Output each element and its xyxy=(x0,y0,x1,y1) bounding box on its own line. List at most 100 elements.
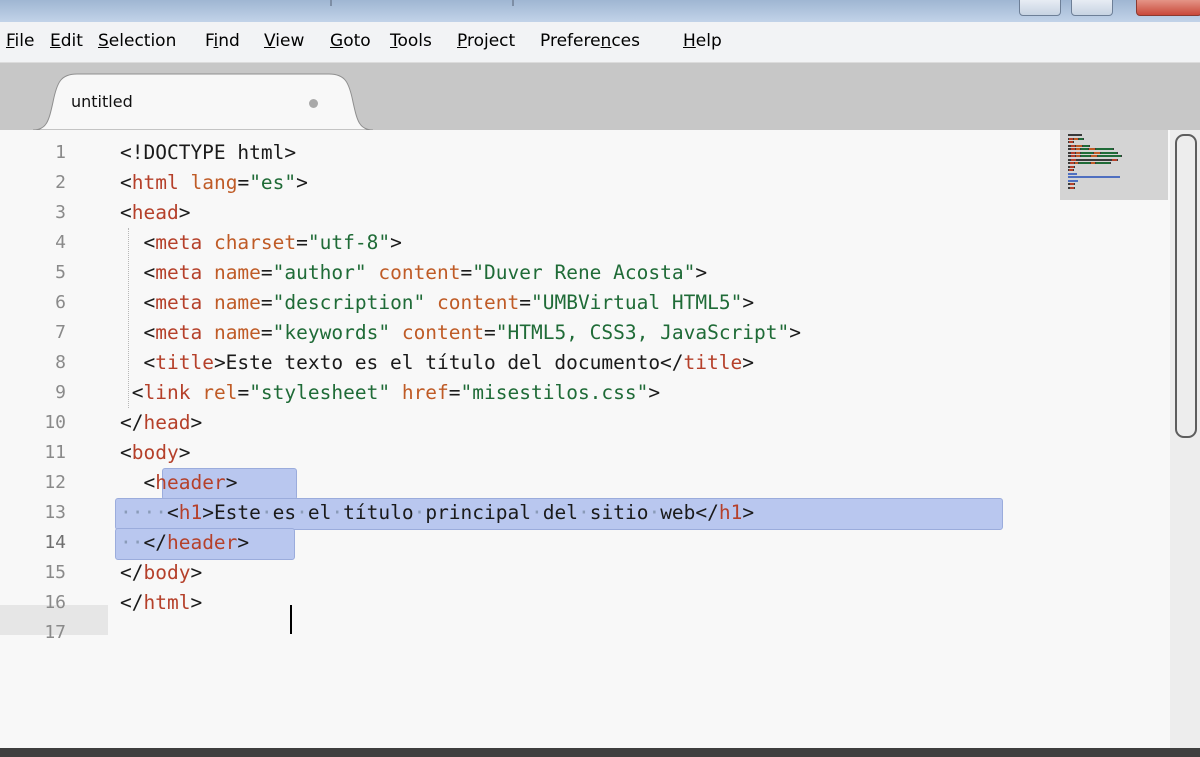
menu-bar: File Edit Selection Find View Goto Tools Projec… xyxy=(0,22,1200,63)
minimap-stroke xyxy=(1077,179,1078,182)
code-line[interactable]: <meta name="author" content="Duver Rene … xyxy=(120,258,707,288)
line-number: 12 xyxy=(44,472,66,493)
code-line[interactable]: <title>Este texto es el título del docum… xyxy=(120,348,754,378)
code-line[interactable]: </head> xyxy=(120,408,202,438)
code-line[interactable]: <link rel="stylesheet" href="misestilos.… xyxy=(120,378,660,408)
code-token: meta xyxy=(155,261,203,284)
text-cursor xyxy=(290,605,292,634)
code-token: name xyxy=(213,291,261,314)
code-token: </ xyxy=(120,411,144,434)
code-token: content xyxy=(378,261,461,284)
code-token: = xyxy=(260,321,273,344)
code-token: >Este texto es el título del documento</ xyxy=(213,351,684,374)
code-line[interactable]: ····<h1>Este·es·el·título·principal·del·… xyxy=(120,498,754,528)
code-token: body xyxy=(131,441,179,464)
minimap-stroke xyxy=(1083,137,1084,140)
line-number: 13 xyxy=(44,502,66,523)
line-number: 2 xyxy=(55,172,66,193)
code-token: </ xyxy=(143,531,167,554)
code-token: meta xyxy=(155,231,203,254)
menu-goto[interactable]: Goto xyxy=(330,31,371,51)
code-token: el xyxy=(307,501,332,524)
code-token: · xyxy=(531,501,543,524)
minimap-stroke xyxy=(1119,176,1120,178)
code-token: name xyxy=(213,261,261,284)
minimap-stroke xyxy=(1096,162,1110,164)
minimap-stroke xyxy=(1074,165,1075,168)
code-token: body xyxy=(143,561,191,584)
menu-view[interactable]: View xyxy=(264,31,304,51)
code-token: html xyxy=(131,171,179,194)
minimap-stroke xyxy=(1074,183,1075,185)
minimize-button[interactable] xyxy=(1019,0,1061,16)
code-token: meta xyxy=(155,321,203,344)
code-token: "keywords" xyxy=(272,321,391,344)
code-line[interactable]: <head> xyxy=(120,198,190,228)
code-line[interactable]: </html> xyxy=(120,588,202,618)
code-token: > xyxy=(789,321,802,344)
code-line[interactable]: <meta charset="utf-8"> xyxy=(120,228,401,258)
tab-untitled[interactable]: untitled xyxy=(33,72,373,130)
code-token: h1 xyxy=(718,501,743,524)
scrollbar-thumb[interactable] xyxy=(1175,134,1197,438)
menu-tools[interactable]: Tools xyxy=(390,31,432,51)
code-line[interactable]: ··</header> xyxy=(120,528,249,558)
minimap-stroke xyxy=(1093,176,1101,178)
menu-find[interactable]: Find xyxy=(205,31,240,51)
code-line[interactable]: </body> xyxy=(120,558,202,588)
code-line[interactable]: <html lang="es"> xyxy=(120,168,308,198)
menu-file[interactable]: File xyxy=(6,31,34,51)
code-token: > xyxy=(190,411,203,434)
menu-preferences[interactable]: Preferences xyxy=(540,31,640,51)
code-token: title xyxy=(155,351,214,374)
minimap[interactable] xyxy=(1060,130,1168,200)
line-number: 7 xyxy=(55,322,66,343)
maximize-button[interactable] xyxy=(1071,0,1113,16)
code-token: = xyxy=(448,381,461,404)
minimap-stroke xyxy=(1117,158,1118,161)
minimap-stroke xyxy=(1101,151,1117,154)
code-line[interactable]: <meta name="keywords" content="HTML5, CS… xyxy=(120,318,801,348)
minimap-stroke xyxy=(1079,162,1090,164)
code-token: > xyxy=(648,381,661,404)
code-token: < xyxy=(120,321,156,344)
menu-help[interactable]: Help xyxy=(683,31,722,51)
code-token: < xyxy=(120,291,156,314)
line-number: 6 xyxy=(55,292,66,313)
line-number: 8 xyxy=(55,352,66,373)
code-token: head xyxy=(143,411,191,434)
minimap-stroke xyxy=(1089,144,1090,147)
code-token: < xyxy=(120,261,156,284)
unsaved-dot-icon[interactable] xyxy=(309,99,318,108)
code-token: > xyxy=(237,531,250,554)
code-token: > xyxy=(695,261,708,284)
code-token: charset xyxy=(213,231,297,254)
code-token: meta xyxy=(155,291,203,314)
code-token: ·· xyxy=(120,531,144,554)
code-token: content xyxy=(401,321,485,344)
line-number: 16 xyxy=(44,592,66,613)
editor-area[interactable]: 1 2 3 4 5 6 7 8 9 10 11 12 13 14 15 16 17 <!DOCTYPE html… xyxy=(0,130,1200,748)
minimap-stroke xyxy=(1081,155,1090,157)
code-token: "stylesheet" xyxy=(249,381,391,404)
code-token: < xyxy=(120,201,132,224)
code-token: = xyxy=(460,261,473,284)
close-window-button[interactable] xyxy=(1136,0,1200,16)
tab-bar: untitled xyxy=(0,63,1200,130)
code-line[interactable]: <header> xyxy=(120,468,237,498)
code-token: "es" xyxy=(249,171,297,194)
code-line[interactable]: <meta name="description" content="UMBVir… xyxy=(120,288,754,318)
menu-project[interactable]: Project xyxy=(457,31,515,51)
code-line[interactable]: <body> xyxy=(120,438,190,468)
line-number: 5 xyxy=(55,262,66,283)
code-token: sitio xyxy=(589,501,649,524)
menu-edit[interactable]: Edit xyxy=(50,31,83,51)
code-token: "author" xyxy=(272,261,367,284)
menu-selection[interactable]: Selection xyxy=(98,31,176,51)
code-token: < xyxy=(120,471,156,494)
code-line[interactable]: <!DOCTYPE html> xyxy=(120,138,296,168)
